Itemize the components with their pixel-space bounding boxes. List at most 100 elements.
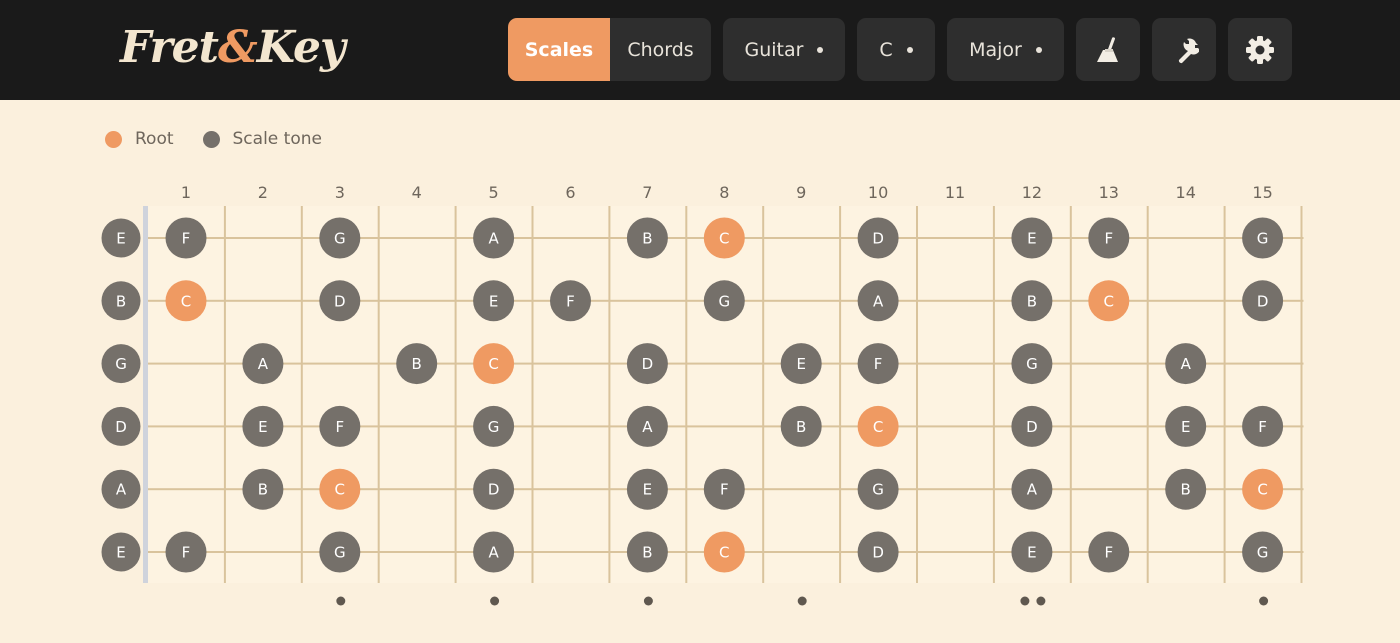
fret-number: 3 (335, 183, 345, 202)
fret-number: 1 (181, 183, 191, 202)
fret-inlay-dot (336, 596, 346, 606)
note-label: E (258, 418, 267, 436)
note-label: B (1181, 481, 1191, 499)
fret-number: 12 (1022, 183, 1042, 202)
fret-number: 11 (945, 183, 965, 202)
note-label: F (335, 418, 344, 436)
note-label: B (1027, 292, 1037, 310)
note-label: D (1026, 418, 1038, 436)
note-label: G (872, 481, 884, 499)
nut (143, 206, 148, 583)
fret-inlay-dot (797, 596, 807, 606)
note-label: C (488, 355, 498, 373)
note-label: B (258, 481, 268, 499)
note-label: F (1258, 418, 1267, 436)
fret-number: 15 (1252, 183, 1272, 202)
fret-line (839, 206, 842, 583)
note-label: F (182, 230, 191, 248)
note-label: E (796, 355, 805, 373)
note-label: B (412, 355, 422, 373)
note-label: G (1257, 230, 1269, 248)
note-label: F (1104, 230, 1113, 248)
fret-number: 9 (796, 183, 806, 202)
note-label: G (334, 230, 346, 248)
fret-inlay-dot (1259, 596, 1269, 606)
fret-number: 6 (565, 183, 575, 202)
fret-line (300, 206, 303, 583)
note-label: B (642, 544, 652, 562)
note-label: D (1257, 292, 1269, 310)
note-label: G (488, 418, 500, 436)
open-string-label: A (116, 481, 127, 499)
fret-line (454, 206, 457, 583)
note-label: C (1257, 481, 1267, 499)
fret-line (685, 206, 688, 583)
fret-number: 4 (412, 183, 422, 202)
note-label: A (488, 544, 499, 562)
note-label: C (181, 292, 191, 310)
fret-line (608, 206, 611, 583)
note-label: E (1027, 544, 1036, 562)
note-label: B (642, 230, 652, 248)
note-label: C (1104, 292, 1114, 310)
fret-inlay-dot (490, 596, 500, 606)
fret-number: 7 (642, 183, 652, 202)
fret-line (916, 206, 918, 583)
fret-number: 8 (719, 183, 729, 202)
note-label: D (872, 230, 884, 248)
fret-line (1223, 206, 1226, 583)
open-string-label: G (115, 355, 127, 373)
fretboard: 1 2 3 4 5 6 7 8 9 10 11 12 13 14 15E F G A B C D E F GB C D E F G A B C… (101, 183, 1304, 606)
note-label: A (642, 418, 653, 436)
fret-number: 14 (1176, 183, 1196, 202)
note-label: F (1104, 544, 1113, 562)
open-string-label: E (116, 230, 125, 248)
fret-number: 13 (1099, 183, 1119, 202)
note-label: E (489, 292, 498, 310)
note-label: G (1257, 544, 1269, 562)
fret-inlay-dot (643, 596, 653, 606)
fret-number: 5 (489, 183, 499, 202)
fret-line (1146, 206, 1149, 583)
note-label: G (334, 544, 346, 562)
note-label: A (258, 355, 269, 373)
note-label: C (719, 544, 729, 562)
note-label: C (335, 481, 345, 499)
fret-line (531, 206, 534, 583)
note-label: A (1181, 355, 1192, 373)
note-label: C (873, 418, 883, 436)
note-label: F (566, 292, 575, 310)
note-label: G (1026, 355, 1038, 373)
note-label: A (1027, 481, 1038, 499)
open-string-label: B (116, 292, 126, 310)
fret-line (992, 206, 995, 583)
note-label: F (874, 355, 883, 373)
note-label: E (1027, 230, 1036, 248)
note-label: D (872, 544, 884, 562)
note-label: E (1181, 418, 1190, 436)
note-label: A (873, 292, 884, 310)
open-string-label: E (116, 544, 125, 562)
note-label: G (718, 292, 730, 310)
open-string-label: D (115, 418, 127, 436)
note-label: D (488, 481, 500, 499)
string-line (148, 362, 1304, 365)
fret-line (762, 206, 765, 583)
note-label: D (642, 355, 654, 373)
fret-line (1300, 206, 1303, 583)
fret-line (223, 206, 226, 583)
note-label: F (720, 481, 729, 499)
fret-number: 2 (258, 183, 268, 202)
fretboard-background (148, 206, 1304, 583)
note-label: B (796, 418, 806, 436)
fret-inlay-dot (1020, 596, 1030, 606)
note-label: E (643, 481, 652, 499)
fret-line (1069, 206, 1072, 583)
note-label: A (488, 230, 499, 248)
note-label: C (719, 230, 729, 248)
note-label: D (334, 292, 346, 310)
note-label: F (182, 544, 191, 562)
fret-line (377, 206, 380, 583)
fret-inlay-dot (1036, 596, 1046, 606)
fret-number: 10 (868, 183, 888, 202)
